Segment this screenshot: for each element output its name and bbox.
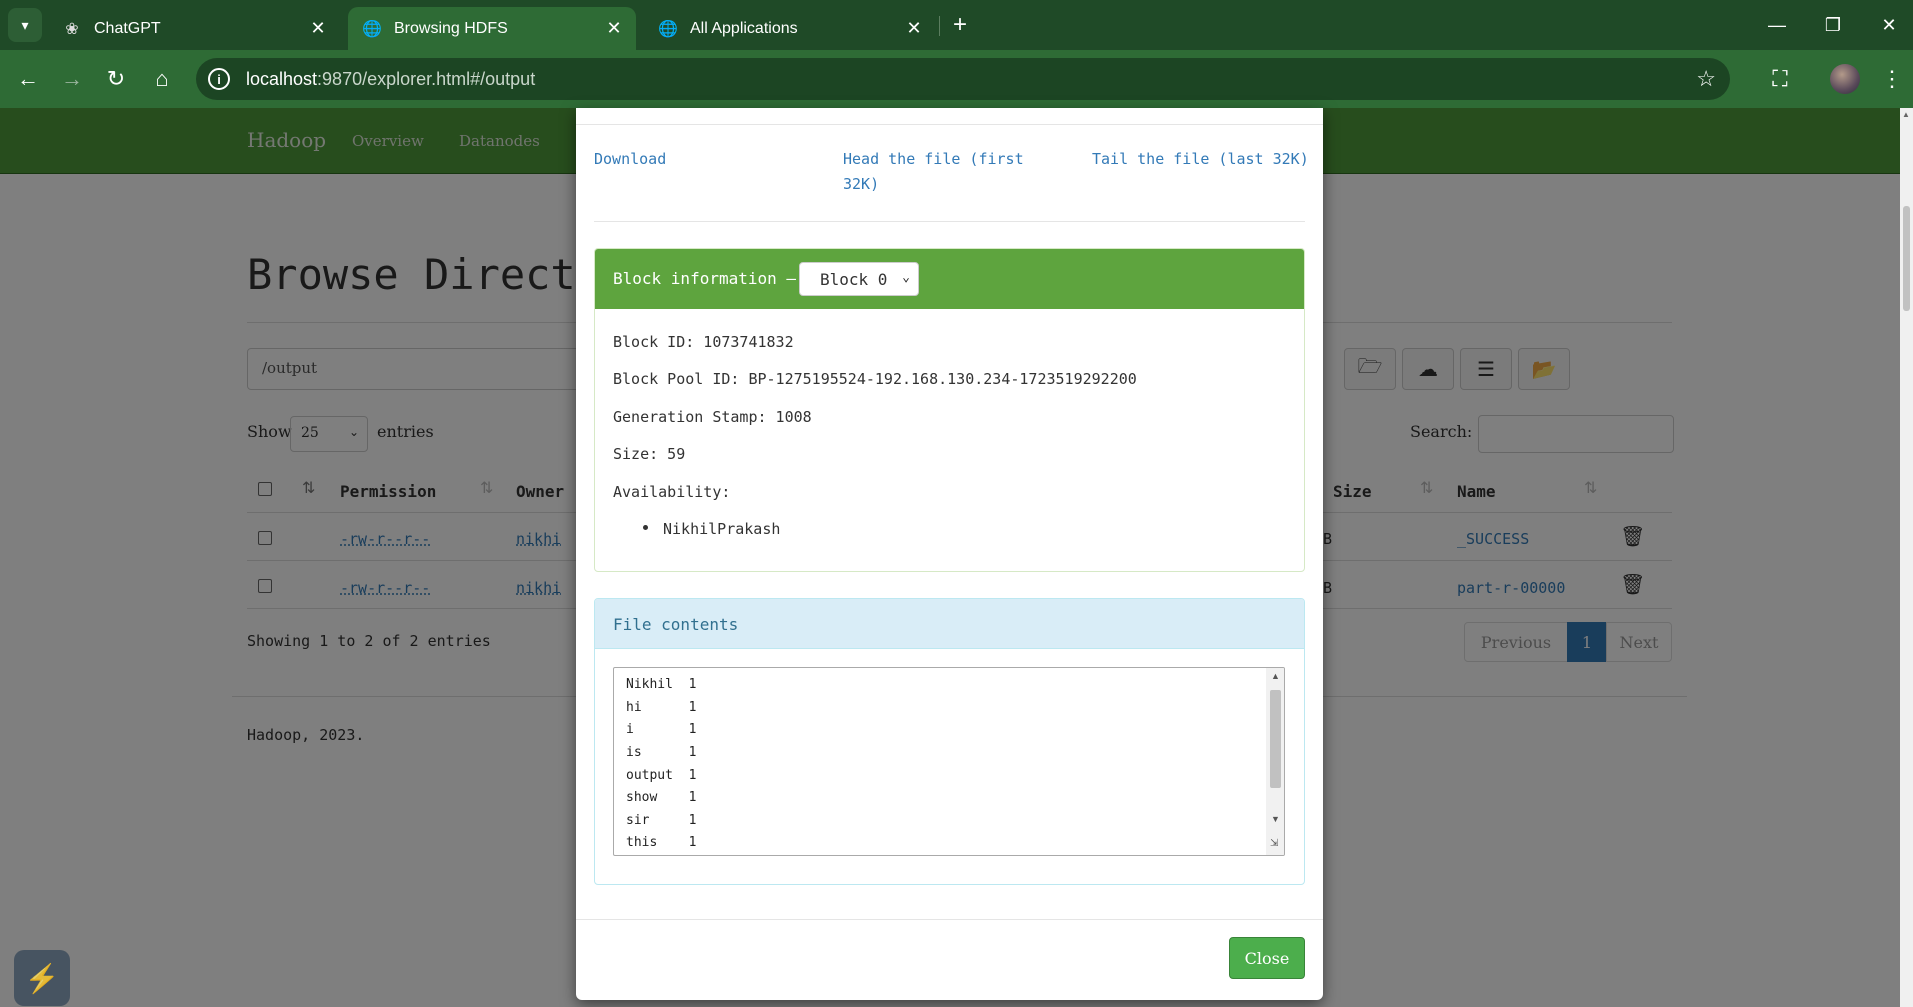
browser-toolbar: ← → ↻ ⌂ i localhost:9870/explorer.html#/… — [0, 50, 1913, 108]
chevron-down-icon: ▾ — [21, 16, 29, 33]
resize-handle-icon[interactable]: ⇲ — [1270, 838, 1278, 849]
back-button[interactable]: ← — [8, 59, 48, 99]
close-icon[interactable]: ✕ — [904, 18, 924, 39]
bookmark-star-icon[interactable]: ☆ — [1696, 66, 1716, 92]
profile-avatar[interactable] — [1830, 64, 1860, 94]
file-line: hi 1 — [626, 700, 697, 715]
file-contents-header: File contents — [595, 599, 1304, 649]
scroll-up-icon[interactable]: ▲ — [1902, 110, 1910, 119]
tab-all-applications[interactable]: 🌐 All Applications ✕ — [644, 7, 936, 50]
close-icon[interactable]: ✕ — [604, 18, 624, 39]
address-bar[interactable]: i localhost:9870/explorer.html#/output ☆ — [196, 58, 1730, 100]
tab-title: Browsing HDFS — [394, 19, 508, 37]
modal-footer-divider — [576, 919, 1323, 920]
file-contents-heading: File contents — [613, 615, 739, 634]
arrow-left-icon: ← — [17, 66, 39, 91]
file-line: i 1 — [626, 722, 697, 737]
reload-button[interactable]: ↻ — [96, 59, 136, 99]
url-host: localhost — [246, 68, 318, 89]
globe-icon: 🌐 — [362, 20, 382, 38]
tab-separator — [939, 16, 940, 36]
block-id: Block ID: 1073741832 — [613, 333, 794, 351]
tail-file-link[interactable]: Tail the file (last 32K) — [1092, 147, 1309, 172]
home-icon: ⌂ — [155, 66, 169, 91]
taskbar-app-icon[interactable]: ⚡ — [14, 950, 70, 1006]
file-info-modal: Download Head the file (first 32K) Tail … — [576, 108, 1323, 1000]
textarea-scroll-thumb[interactable] — [1270, 690, 1281, 788]
head-file-line2: 32K) — [843, 175, 880, 193]
file-line: output 1 — [626, 768, 697, 783]
file-line: this 1 — [626, 835, 697, 850]
tab-title: All Applications — [690, 19, 798, 37]
scroll-up-icon[interactable]: ▲ — [1271, 671, 1280, 681]
tab-title: ChatGPT — [94, 19, 161, 37]
chatgpt-icon: ❀ — [65, 20, 79, 38]
page-scrollbar[interactable]: ▲ — [1900, 108, 1913, 1007]
block-select-value: Block 0 — [820, 270, 888, 289]
more-vert-icon: ⋮ — [1881, 66, 1903, 91]
textarea-scrollbar[interactable]: ▲ ▼ ⇲ — [1266, 668, 1284, 855]
block-select[interactable]: Block 0 ⌄ — [799, 262, 919, 296]
chevron-down-icon: ⌄ — [902, 270, 910, 285]
file-contents-textarea[interactable]: Nikhil 1 hi 1 i 1 is 1 output 1 show 1 s… — [613, 667, 1285, 856]
block-size: Size: 59 — [613, 445, 686, 463]
menu-button[interactable]: ⋮ — [1872, 59, 1912, 99]
new-tab-button[interactable]: + — [946, 8, 974, 42]
download-link[interactable]: Download — [594, 147, 666, 172]
file-line: sir 1 — [626, 813, 697, 828]
close-icon[interactable]: ✕ — [308, 18, 328, 39]
home-button[interactable]: ⌂ — [142, 59, 182, 99]
forward-button[interactable]: → — [52, 59, 92, 99]
url-path: :9870/explorer.html#/output — [317, 68, 536, 89]
generation-stamp: Generation Stamp: 1008 — [613, 408, 812, 426]
arrow-right-icon: → — [61, 66, 83, 91]
file-line: show 1 — [626, 790, 697, 805]
block-info-panel: Block information — Block 0 ⌄ Block ID: … — [594, 248, 1305, 572]
close-button[interactable]: Close — [1229, 937, 1305, 979]
file-contents-panel: File contents Nikhil 1 hi 1 i 1 is 1 out… — [594, 598, 1305, 885]
head-file-link[interactable]: Head the file (first 32K) — [843, 147, 1024, 197]
bullet — [643, 525, 648, 530]
scrollbar-thumb[interactable] — [1903, 206, 1910, 311]
tab-chatgpt[interactable]: ❀ ChatGPT ✕ — [48, 7, 340, 50]
file-line: Nikhil 1 — [626, 677, 697, 692]
info-icon[interactable]: i — [208, 68, 230, 90]
block-pool-id: Block Pool ID: BP-1275195524-192.168.130… — [613, 370, 1137, 388]
tab-search-button[interactable]: ▾ — [8, 8, 42, 42]
file-line: is 1 — [626, 745, 697, 760]
tab-browsing-hdfs[interactable]: 🌐 Browsing HDFS ✕ — [348, 7, 636, 50]
block-info-heading: Block information — — [613, 269, 797, 288]
puzzle-icon: ⛶ — [1772, 66, 1788, 91]
window-close-button[interactable]: ✕ — [1861, 0, 1913, 50]
browser-tab-bar: ▾ ❀ ChatGPT ✕ 🌐 Browsing HDFS ✕ 🌐 All Ap… — [0, 0, 1913, 50]
scroll-down-icon[interactable]: ▼ — [1271, 814, 1280, 824]
availability-label: Availability: — [613, 483, 731, 501]
reload-icon: ↻ — [106, 66, 126, 91]
datanode-name: NikhilPrakash — [663, 520, 781, 538]
links-divider — [594, 221, 1305, 222]
block-info-header: Block information — Block 0 ⌄ — [595, 249, 1304, 309]
minimize-button[interactable]: — — [1749, 0, 1805, 50]
modal-header-divider — [576, 124, 1323, 125]
extensions-button[interactable]: ⛶ — [1760, 59, 1800, 99]
head-file-line1: Head the file (first — [843, 150, 1024, 168]
restore-button[interactable]: ❐ — [1805, 0, 1861, 50]
globe-icon: 🌐 — [658, 20, 678, 38]
